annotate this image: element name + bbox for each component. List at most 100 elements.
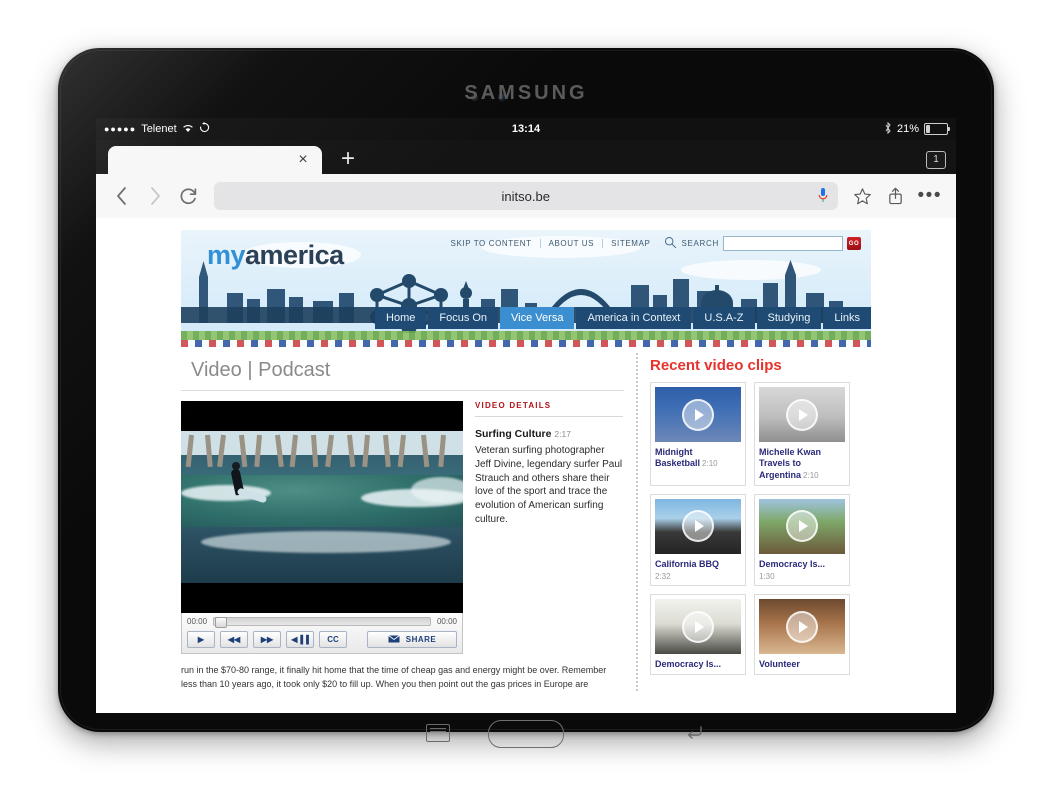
video-details-panel: VIDEO DETAILS Surfing Culture 2:17 Vetera… bbox=[463, 401, 623, 654]
seek-handle[interactable] bbox=[215, 617, 228, 628]
tab-count-badge[interactable]: 1 bbox=[926, 151, 946, 169]
list-item[interactable]: Democracy Is... bbox=[650, 594, 746, 676]
video-details-heading: VIDEO DETAILS bbox=[475, 401, 623, 417]
player-button-row: ▶ ◀◀ ▶▶ ◀▐▐ CC SHARE bbox=[187, 631, 457, 648]
brand-label: SAMSUNG bbox=[464, 82, 588, 104]
clip-thumbnail[interactable] bbox=[759, 498, 845, 554]
close-icon[interactable]: × bbox=[294, 151, 312, 169]
utility-nav: SKIP TO CONTENT ABOUT US SITEMAP SEARCH … bbox=[443, 236, 861, 251]
share-button[interactable]: SHARE bbox=[367, 631, 457, 648]
share-icon[interactable] bbox=[881, 181, 911, 211]
microphone-icon[interactable] bbox=[818, 187, 828, 210]
clip-title[interactable]: Democracy Is... bbox=[759, 559, 845, 570]
nav-item-focus-on[interactable]: Focus On bbox=[428, 307, 499, 329]
closed-caption-button[interactable]: CC bbox=[319, 631, 347, 648]
nav-item-vice-versa[interactable]: Vice Versa bbox=[500, 307, 575, 329]
web-page-viewport: myamerica SKIP TO CONTENT ABOUT US SITEM… bbox=[96, 218, 956, 713]
clip-title[interactable]: Volunteer bbox=[759, 659, 845, 670]
search-label: SEARCH bbox=[681, 239, 719, 248]
grass-strip bbox=[181, 331, 871, 340]
back-arrow-icon[interactable] bbox=[684, 723, 704, 741]
nav-item-america-in-context[interactable]: America in Context bbox=[576, 307, 692, 329]
envelope-icon bbox=[387, 634, 400, 645]
search-input[interactable] bbox=[723, 236, 843, 251]
article-text: run in the $70-80 range, it finally hit … bbox=[181, 665, 607, 689]
list-item[interactable]: Democracy Is... 1:30 bbox=[754, 493, 850, 586]
flag-stripe bbox=[181, 340, 871, 347]
utility-link-about[interactable]: ABOUT US bbox=[541, 239, 604, 248]
play-icon[interactable] bbox=[786, 510, 818, 543]
reload-icon[interactable] bbox=[174, 181, 204, 211]
list-item[interactable]: Michelle Kwan Travels to Argentina 2:10 bbox=[754, 382, 850, 486]
clip-thumbnail[interactable] bbox=[759, 387, 845, 442]
clip-thumbnail[interactable] bbox=[655, 387, 741, 442]
play-icon[interactable] bbox=[786, 610, 818, 643]
site-header: myamerica SKIP TO CONTENT ABOUT US SITEM… bbox=[181, 230, 871, 347]
clip-duration: 1:30 bbox=[759, 572, 775, 581]
clip-title[interactable]: California BBQ bbox=[655, 559, 741, 570]
play-icon[interactable] bbox=[682, 510, 714, 543]
nav-item-usa-z[interactable]: U.S.A-Z bbox=[693, 307, 755, 329]
clip-duration: 2:32 bbox=[655, 572, 671, 581]
play-icon[interactable] bbox=[682, 398, 714, 431]
clip-thumbnail[interactable] bbox=[655, 498, 741, 554]
clip-duration: 2:10 bbox=[803, 470, 819, 480]
recent-clips-grid: Midnight Basketball 2:10 Michelle Kwan Tr… bbox=[650, 382, 859, 676]
recents-icon[interactable] bbox=[426, 724, 450, 742]
browser-tab[interactable]: × bbox=[108, 146, 322, 174]
nav-item-studying[interactable]: Studying bbox=[756, 307, 822, 329]
volume-button[interactable]: ◀▐▐ bbox=[286, 631, 314, 648]
main-nav: Home Focus On Vice Versa America in Cont… bbox=[375, 307, 871, 329]
toolbar-right-actions: ••• bbox=[848, 181, 946, 211]
android-nav-bar bbox=[96, 714, 956, 756]
clip-thumbnail[interactable] bbox=[655, 599, 741, 654]
home-button[interactable] bbox=[488, 720, 564, 748]
play-icon[interactable] bbox=[682, 610, 714, 643]
more-options-icon[interactable]: ••• bbox=[914, 186, 946, 205]
back-button[interactable] bbox=[106, 181, 136, 211]
bluetooth-icon bbox=[884, 121, 892, 137]
url-text[interactable]: initso.be bbox=[502, 189, 550, 204]
video-duration: 2:17 bbox=[554, 429, 571, 439]
wifi-icon bbox=[182, 123, 194, 136]
forward-button[interactable] bbox=[140, 181, 170, 211]
web-page-content: myamerica SKIP TO CONTENT ABOUT US SITEM… bbox=[96, 218, 956, 691]
nav-item-links[interactable]: Links bbox=[823, 307, 871, 329]
pier-illustration bbox=[181, 434, 463, 468]
list-item[interactable]: Midnight Basketball 2:10 bbox=[650, 382, 746, 486]
share-button-label: SHARE bbox=[405, 635, 437, 644]
carrier-label: Telenet bbox=[141, 123, 177, 135]
sync-icon bbox=[199, 122, 210, 136]
video-title: Surfing Culture bbox=[475, 428, 552, 440]
tablet-device: SAMSUNG ●●●●● Telenet 13:14 21% × + 1 in… bbox=[58, 48, 994, 748]
new-tab-icon[interactable]: + bbox=[336, 147, 360, 172]
play-button[interactable]: ▶ bbox=[187, 631, 215, 648]
clip-title[interactable]: Midnight Basketball 2:10 bbox=[655, 447, 741, 470]
battery-icon bbox=[924, 123, 950, 135]
fast-forward-button[interactable]: ▶▶ bbox=[253, 631, 281, 648]
url-bar[interactable]: initso.be bbox=[214, 182, 838, 210]
list-item[interactable]: California BBQ 2:32 bbox=[650, 493, 746, 586]
search-go-button[interactable]: GO bbox=[847, 237, 861, 250]
utility-link-skip[interactable]: SKIP TO CONTENT bbox=[443, 239, 541, 248]
seek-slider[interactable] bbox=[213, 617, 431, 628]
video-still-surfing bbox=[181, 431, 463, 583]
clip-title[interactable]: Democracy Is... bbox=[655, 659, 741, 670]
device-screen: ●●●●● Telenet 13:14 21% × + 1 initso.be … bbox=[96, 118, 956, 713]
video-player[interactable]: 00:00 00:00 ▶ ◀◀ ▶▶ ◀▐▐ CC SHARE bbox=[181, 401, 463, 654]
clip-title[interactable]: Michelle Kwan Travels to Argentina 2:10 bbox=[759, 447, 845, 481]
utility-link-sitemap[interactable]: SITEMAP bbox=[603, 239, 658, 248]
status-bar-left: ●●●●● Telenet bbox=[104, 122, 210, 136]
video-details-title-row: Surfing Culture 2:17 bbox=[475, 424, 623, 442]
list-item[interactable]: Volunteer bbox=[754, 594, 850, 676]
sidebar: Recent video clips Midnight Basketball 2:… bbox=[636, 353, 859, 691]
star-icon[interactable] bbox=[848, 181, 878, 211]
signal-strength-icon: ●●●●● bbox=[104, 123, 137, 134]
rewind-button[interactable]: ◀◀ bbox=[220, 631, 248, 648]
play-icon[interactable] bbox=[786, 398, 818, 431]
screenshot-stage: SAMSUNG ●●●●● Telenet 13:14 21% × + 1 in… bbox=[0, 0, 1050, 800]
nav-item-home[interactable]: Home bbox=[375, 307, 427, 329]
clip-duration: 2:10 bbox=[702, 459, 718, 469]
video-frame[interactable] bbox=[181, 401, 463, 613]
clip-thumbnail[interactable] bbox=[759, 599, 845, 654]
